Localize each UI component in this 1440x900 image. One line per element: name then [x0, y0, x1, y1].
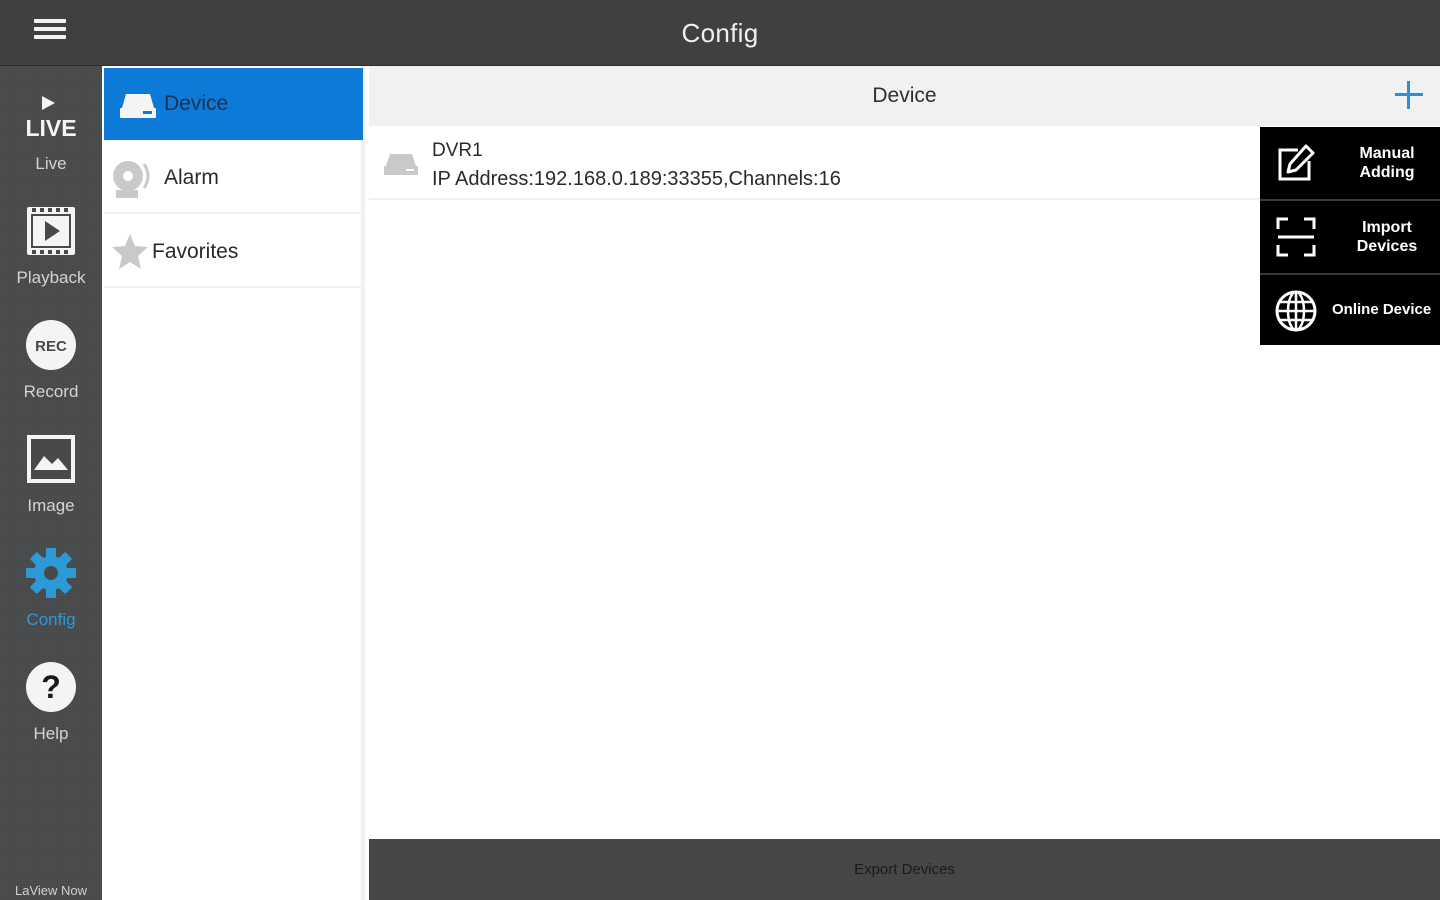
live-play-icon: LIVE: [25, 96, 77, 141]
help-icon: ?: [26, 662, 76, 712]
submenu-item-favorites[interactable]: Favorites: [104, 216, 363, 288]
export-devices-button[interactable]: Export Devices: [369, 861, 1440, 878]
device-panel-header: Device: [369, 66, 1440, 126]
device-panel-title: Device: [872, 84, 937, 107]
brand-label: LaView Now: [14, 883, 88, 898]
nav-item-record[interactable]: REC Record: [0, 318, 102, 428]
online-device-label: Online Device: [1332, 301, 1432, 318]
edit-icon: [1278, 144, 1315, 181]
plus-icon[interactable]: [1394, 80, 1424, 110]
add-device-popup-menu: Manual Adding Import Devices Online Devi…: [1260, 127, 1440, 345]
online-device-button[interactable]: Online Device: [1260, 273, 1440, 343]
dvr-icon: [384, 154, 418, 175]
submenu-label-alarm: Alarm: [164, 166, 219, 189]
rec-icon: REC: [26, 320, 76, 370]
alarm-bell-icon: [113, 161, 150, 198]
nav-label-record: Record: [23, 382, 79, 401]
live-icon-text: LIVE: [25, 115, 76, 141]
submenu-label-favorites: Favorites: [152, 240, 239, 263]
submenu-label-device: Device: [164, 92, 229, 115]
device-name: DVR1: [432, 140, 483, 161]
top-bar: Config: [0, 0, 1440, 66]
nav-item-live[interactable]: LIVE Live: [0, 90, 102, 200]
page-title: Config: [681, 18, 759, 48]
rec-icon-text: REC: [35, 338, 67, 355]
nav-item-image[interactable]: Image: [0, 432, 102, 542]
import-devices-line1: Import: [1362, 219, 1412, 236]
nav-label-image: Image: [27, 496, 75, 515]
submenu-item-device[interactable]: Device: [104, 68, 363, 140]
star-icon: [112, 234, 148, 269]
dvr-icon: [120, 94, 156, 118]
gear-icon: [26, 548, 76, 598]
nav-item-help[interactable]: ? Help: [0, 660, 102, 770]
nav-item-config[interactable]: Config: [0, 546, 102, 656]
nav-item-playback[interactable]: Playback: [0, 204, 102, 314]
nav-label-live: Live: [35, 154, 67, 173]
device-info: IP Address:192.168.0.189:33355,Channels:…: [432, 168, 841, 190]
nav-label-help: Help: [33, 724, 69, 743]
manual-adding-line1: Manual: [1359, 145, 1415, 162]
import-devices-label: Import Devices: [1340, 218, 1434, 256]
playback-film-icon: [27, 207, 75, 255]
nav-label-playback: Playback: [16, 268, 86, 287]
nav-label-config: Config: [26, 610, 76, 629]
manual-adding-line2: Adding: [1359, 164, 1415, 181]
import-devices-button[interactable]: Import Devices: [1260, 199, 1440, 269]
left-nav-sidebar: LIVE Live Playback REC Record Image Conf…: [0, 66, 102, 900]
manual-adding-button[interactable]: Manual Adding: [1260, 127, 1440, 197]
import-devices-line2: Devices: [1356, 238, 1418, 255]
scan-frame-icon: [1276, 217, 1316, 257]
submenu-item-alarm[interactable]: Alarm: [104, 142, 363, 214]
manual-adding-label: Manual Adding: [1340, 144, 1434, 182]
globe-icon: [1275, 290, 1317, 332]
config-submenu: Device Alarm Favorites: [102, 66, 365, 900]
image-icon: [27, 435, 75, 483]
help-icon-text: ?: [41, 669, 61, 705]
footer-bar: Export Devices: [369, 839, 1440, 900]
